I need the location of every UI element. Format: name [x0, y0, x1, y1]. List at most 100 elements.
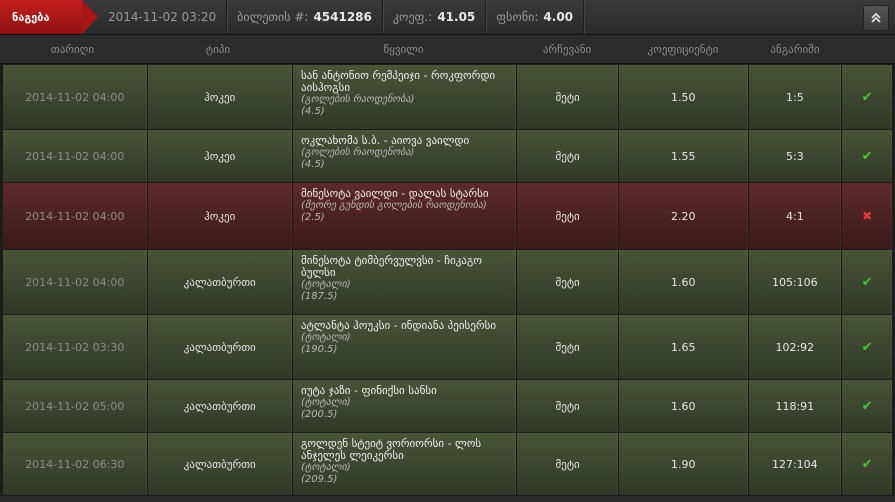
- event-line: (200.5): [301, 409, 338, 420]
- table-row: 2014-11-02 03:30 კალათბურთი ატლანტა ჰოუკსი…: [3, 315, 892, 379]
- row-status: ✔: [842, 130, 892, 182]
- row-type: ჰოკეი: [148, 183, 293, 249]
- event-title: მინესოტა ვაილდი - დალას სტარსი: [301, 187, 489, 200]
- event-market: (ტოტალი): [301, 332, 351, 343]
- table-row: 2014-11-02 04:00 ჰოკეი ოკლახომა ს.ბ. - აიო…: [3, 130, 892, 182]
- row-pick: მეტი: [517, 183, 619, 249]
- row-coef: 1.60: [619, 250, 749, 314]
- row-status: ✔: [842, 250, 892, 314]
- row-coef: 1.90: [619, 433, 749, 495]
- row-score: 5:3: [749, 130, 843, 182]
- row-event: გოლდენ სტეიტ ვორიორსი - ლოს ანჯელეს ლეიკ…: [293, 433, 518, 495]
- row-type: კალათბურთი: [148, 380, 293, 432]
- event-line: (2.5): [301, 212, 325, 223]
- ticket-number: ბილეთის #: 4541286: [227, 0, 383, 34]
- row-status: ✖: [842, 183, 892, 249]
- row-event: ოკლახომა ს.ბ. - აიოვა ვაილდი (გოლების რაო…: [293, 130, 518, 182]
- row-date: 2014-11-02 05:00: [3, 380, 148, 432]
- row-event: მინესოტა ვაილდი - დალას სტარსი (მეორე გუნ…: [293, 183, 518, 249]
- column-header-type: ტიპი: [205, 42, 231, 56]
- check-icon: ✔: [861, 148, 873, 164]
- row-coef: 2.20: [619, 183, 749, 249]
- check-icon: ✔: [861, 456, 873, 472]
- row-score: 102:92: [749, 315, 843, 379]
- event-title: სან ანტონიო რემპეიჯი - როკფორდი აისჰოგსი: [301, 69, 496, 94]
- row-coef: 1.60: [619, 380, 749, 432]
- row-score: 127:104: [749, 433, 843, 495]
- table-row: 2014-11-02 06:30 კალათბურთი გოლდენ სტეიტ ვ…: [3, 433, 892, 495]
- row-score: 105:106: [749, 250, 843, 314]
- row-type: ჰოკეი: [148, 130, 293, 182]
- event-title: მინესოტა ტიმბერვულვსი - ჩიკაგო ბულსი: [301, 254, 482, 279]
- collapse-button[interactable]: [863, 5, 889, 31]
- column-header-pick: არჩევანი: [542, 42, 592, 56]
- row-type: კალათბურთი: [148, 250, 293, 314]
- event-title: გოლდენ სტეიტ ვორიორსი - ლოს ანჯელეს ლეიკ…: [301, 437, 482, 462]
- row-date: 2014-11-02 04:00: [3, 183, 148, 249]
- column-header-score: ანგარიში: [770, 42, 820, 56]
- row-date: 2014-11-02 04:00: [3, 250, 148, 314]
- event-title: ატლანტა ჰოუკსი - ინდიანა პეისერსი: [301, 319, 497, 332]
- ticket-coef-label: კოეფ.:: [392, 10, 433, 24]
- row-coef: 1.65: [619, 315, 749, 379]
- footer-bar: [0, 496, 895, 502]
- event-line: (187.5): [301, 291, 338, 302]
- ticket-coef-value: 41.05: [437, 10, 476, 24]
- row-status: ✔: [842, 65, 892, 129]
- row-pick: მეტი: [517, 380, 619, 432]
- check-icon: ✔: [861, 398, 873, 414]
- table-row: 2014-11-02 04:00 ჰოკეი სან ანტონიო რემპეიჯ…: [3, 65, 892, 129]
- event-market: (ტოტალი): [301, 279, 351, 290]
- row-pick: მეტი: [517, 250, 619, 314]
- row-type: კალათბურთი: [148, 433, 293, 495]
- row-pick: მეტი: [517, 65, 619, 129]
- row-date: 2014-11-02 04:00: [3, 65, 148, 129]
- table-header: თარიღი ტიპი წყვილი არჩევანი კოეფიციენტი …: [0, 35, 895, 64]
- row-type: ჰოკეი: [148, 65, 293, 129]
- ticket-coef: კოეფ.: 41.05: [383, 0, 487, 34]
- row-date: 2014-11-02 04:00: [3, 130, 148, 182]
- event-line: (4.5): [301, 106, 325, 117]
- ticket-header: ნაგება 2014-11-02 03:20 ბილეთის #: 454128…: [0, 0, 895, 35]
- bet-list: 2014-11-02 04:00 ჰოკეი სან ანტონიო რემპეიჯ…: [0, 64, 895, 495]
- row-score: 118:91: [749, 380, 843, 432]
- event-line: (190.5): [301, 344, 338, 355]
- row-status: ✔: [842, 380, 892, 432]
- event-market: (მეორე გუნდის გოლების რაოდენობა): [301, 200, 487, 211]
- row-pick: მეტი: [517, 130, 619, 182]
- cross-icon: ✖: [862, 209, 873, 223]
- ticket-date: 2014-11-02 03:20: [82, 0, 228, 34]
- row-status: ✔: [842, 433, 892, 495]
- row-event: მინესოტა ტიმბერვულვსი - ჩიკაგო ბულსი (ტოტ…: [293, 250, 518, 314]
- row-status: ✔: [842, 315, 892, 379]
- event-market: (გოლების რაოდენობა): [301, 94, 415, 105]
- row-pick: მეტი: [517, 315, 619, 379]
- ticket-tab-label: ნაგება: [12, 10, 50, 24]
- table-row: 2014-11-02 04:00 კალათბურთი მინესოტა ტიმბე…: [3, 250, 892, 314]
- ticket-number-label: ბილეთის #:: [237, 10, 309, 24]
- column-header-coef: კოეფიციენტი: [647, 42, 719, 56]
- table-row: 2014-11-02 05:00 კალათბურთი იუტა ჯაზი - ფი…: [3, 380, 892, 432]
- chevron-double-up-icon: [871, 12, 881, 23]
- row-pick: მეტი: [517, 433, 619, 495]
- check-icon: ✔: [861, 89, 873, 105]
- row-date: 2014-11-02 03:30: [3, 315, 148, 379]
- row-coef: 1.50: [619, 65, 749, 129]
- ticket-stake-value: 4.00: [543, 10, 574, 24]
- check-icon: ✔: [861, 274, 873, 290]
- ticket-stake-label: ფსონი:: [496, 10, 539, 24]
- event-title: ოკლახომა ს.ბ. - აიოვა ვაილდი: [301, 134, 470, 147]
- row-type: კალათბურთი: [148, 315, 293, 379]
- table-row: 2014-11-02 04:00 ჰოკეი მინესოტა ვაილდი - დ…: [3, 183, 892, 249]
- ticket-number-value: 4541286: [313, 10, 372, 24]
- check-icon: ✔: [861, 339, 873, 355]
- row-coef: 1.55: [619, 130, 749, 182]
- event-title: იუტა ჯაზი - ფინიქსი სანსი: [301, 384, 437, 397]
- event-line: (209.5): [301, 474, 338, 485]
- column-header-pair: წყვილი: [383, 42, 424, 56]
- row-score: 4:1: [749, 183, 843, 249]
- row-date: 2014-11-02 06:30: [3, 433, 148, 495]
- ticket-tab[interactable]: ნაგება: [0, 0, 98, 34]
- row-score: 1:5: [749, 65, 843, 129]
- event-line: (4.5): [301, 159, 325, 170]
